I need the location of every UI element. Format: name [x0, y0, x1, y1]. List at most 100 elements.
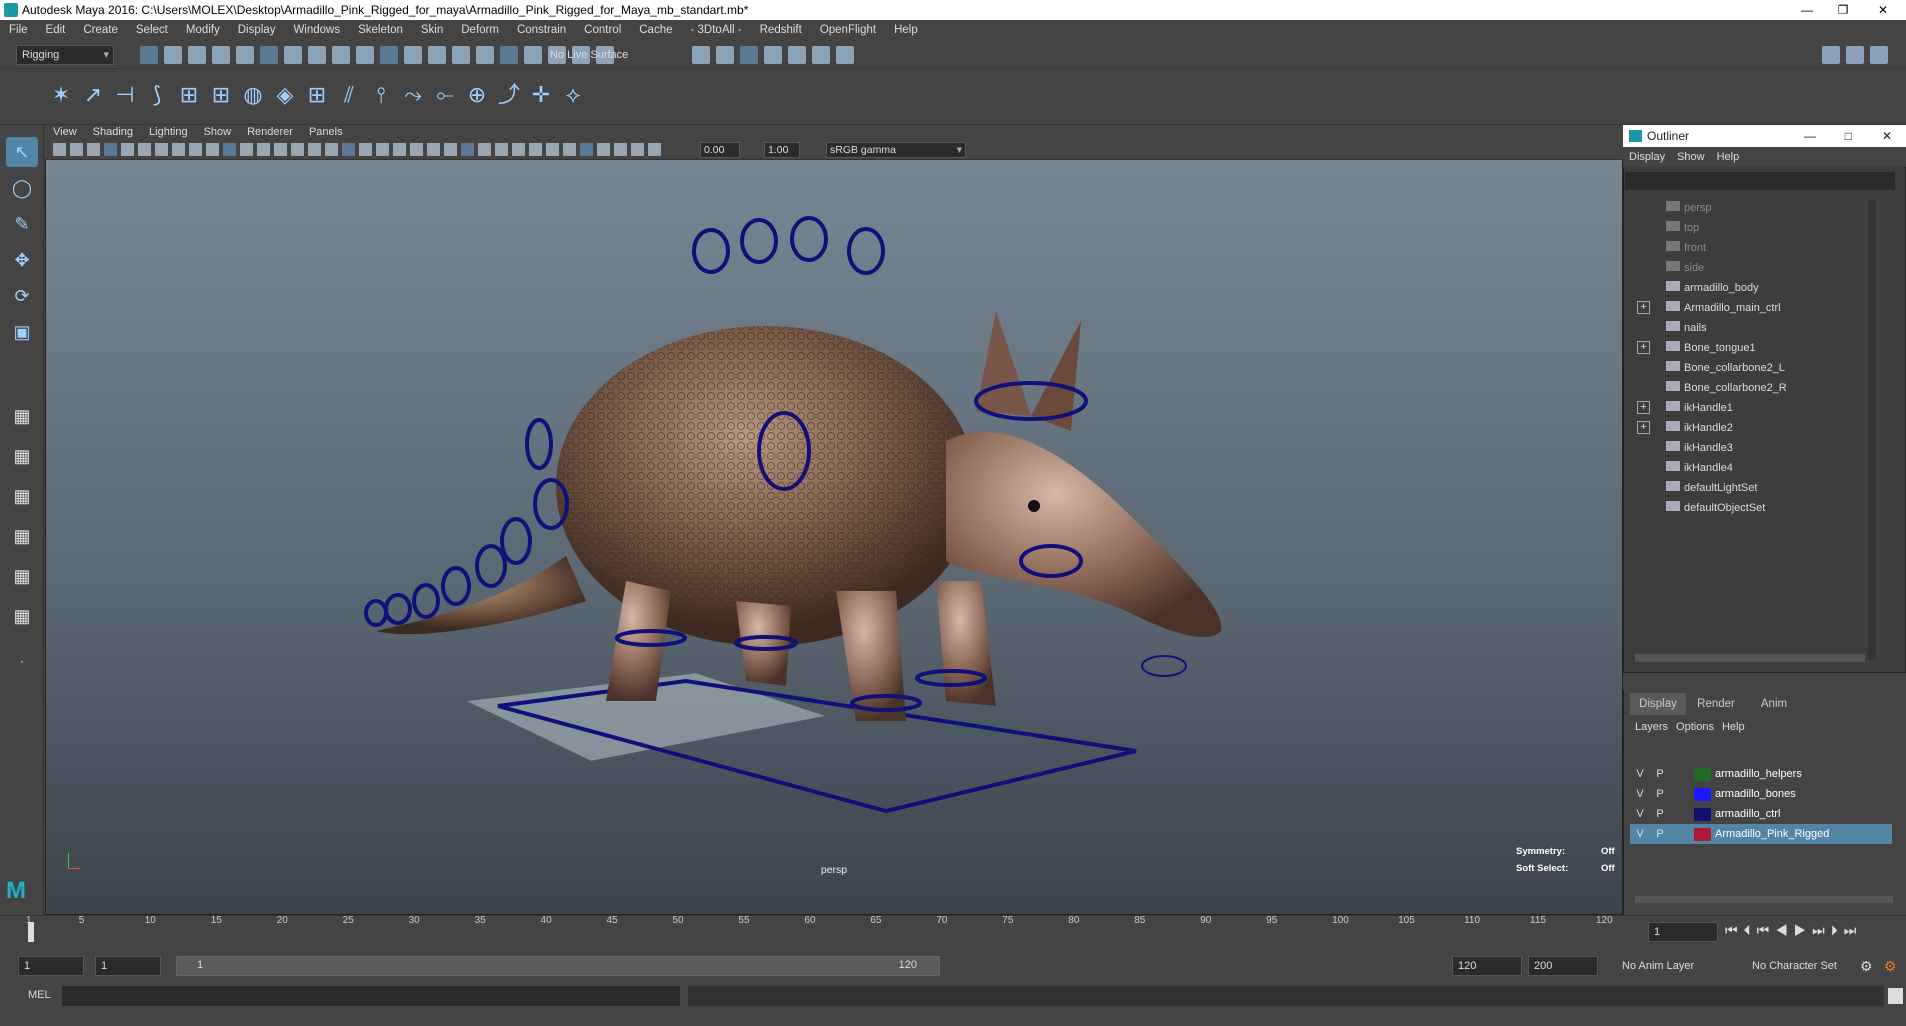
- viewport-menu-3[interactable]: Show: [196, 126, 240, 138]
- viewport-tool-icon[interactable]: [529, 143, 542, 156]
- outliner-item[interactable]: top: [1650, 218, 1699, 238]
- statusline-tool-icon[interactable]: [284, 46, 302, 64]
- statusline-tool-icon[interactable]: [812, 46, 830, 64]
- layer-tab-0[interactable]: Display: [1630, 693, 1686, 715]
- outliner-item[interactable]: nails: [1650, 318, 1707, 338]
- statusline-tool-icon[interactable]: [236, 46, 254, 64]
- viewport-tool-icon[interactable]: [410, 143, 423, 156]
- expand-icon[interactable]: +: [1637, 401, 1650, 414]
- joint-tool-icon[interactable]: ✶: [46, 79, 76, 111]
- outliner-item[interactable]: Bone_collarbone2_L: [1650, 358, 1785, 378]
- menu-10[interactable]: Constrain: [508, 20, 575, 41]
- layer-row[interactable]: V Parmadillo_ctrl: [1630, 804, 1892, 824]
- layer-row[interactable]: V Parmadillo_bones: [1630, 784, 1892, 804]
- outliner-item[interactable]: front: [1650, 238, 1706, 258]
- viewport-tool-icon[interactable]: [512, 143, 525, 156]
- move-tool-icon[interactable]: ✥: [6, 245, 38, 275]
- near-clip-field[interactable]: 0.00: [700, 142, 740, 158]
- select-tool-icon[interactable]: ↖: [6, 137, 38, 167]
- head-mesh[interactable]: [946, 432, 1222, 638]
- menu-2[interactable]: Create: [74, 20, 127, 41]
- insert-joint-icon[interactable]: ⟆: [142, 79, 172, 111]
- statusline-tool-icon[interactable]: [740, 46, 758, 64]
- far-clip-field[interactable]: 1.00: [764, 142, 800, 158]
- outliner-item[interactable]: Bone_tongue1: [1650, 338, 1756, 358]
- statusline-tool-icon[interactable]: [836, 46, 854, 64]
- outliner-item[interactable]: ikHandle1: [1650, 398, 1733, 418]
- outliner-item[interactable]: side: [1650, 258, 1704, 278]
- rigid-bind-icon[interactable]: ◈: [270, 79, 300, 111]
- statusline-tool-icon[interactable]: [140, 46, 158, 64]
- layer-color-swatch[interactable]: [1694, 827, 1711, 841]
- viewport-tool-icon[interactable]: [444, 143, 457, 156]
- statusline-tool-icon[interactable]: [260, 46, 278, 64]
- blend-shape-icon[interactable]: ⟜: [430, 79, 460, 111]
- restore-icon[interactable]: ❐: [1826, 0, 1860, 20]
- layer-color-swatch[interactable]: [1694, 807, 1711, 821]
- statusline-tool-icon[interactable]: [308, 46, 326, 64]
- front-right-leg[interactable]: [936, 581, 996, 706]
- scale-tool-icon[interactable]: ▣: [6, 317, 38, 347]
- attribute-editor-icon[interactable]: [1870, 46, 1888, 64]
- four-view-icon[interactable]: ▦: [6, 441, 38, 471]
- viewport-tool-icon[interactable]: [172, 143, 185, 156]
- paint-select-icon[interactable]: ✎: [6, 209, 38, 239]
- statusline-tool-icon[interactable]: [356, 46, 374, 64]
- outliner-item[interactable]: ikHandle4: [1650, 458, 1733, 478]
- persp-graph-icon[interactable]: ▦: [6, 521, 38, 551]
- layer-menu-0[interactable]: Layers: [1635, 721, 1676, 733]
- menu-8[interactable]: Skin: [412, 20, 452, 41]
- parent-icon[interactable]: ⤴: [494, 79, 524, 111]
- outliner-item[interactable]: Armadillo_main_ctrl: [1650, 298, 1781, 318]
- custom-layout-icon[interactable]: ▦: [6, 601, 38, 631]
- statusline-tool-icon[interactable]: [764, 46, 782, 64]
- statusline-tool-icon[interactable]: [332, 46, 350, 64]
- viewport-tool-icon[interactable]: [342, 143, 355, 156]
- close-icon[interactable]: ✕: [1882, 125, 1892, 147]
- viewport-tool-icon[interactable]: [70, 143, 83, 156]
- playback-end-field[interactable]: 120: [1452, 956, 1522, 976]
- viewport-tool-icon[interactable]: [308, 143, 321, 156]
- statusline-tool-icon[interactable]: [716, 46, 734, 64]
- expand-icon[interactable]: +: [1637, 341, 1650, 354]
- outliner-item[interactable]: defaultLightSet: [1650, 478, 1757, 498]
- viewport-tool-icon[interactable]: [257, 143, 270, 156]
- current-frame-field[interactable]: 1: [1648, 922, 1718, 942]
- playback-toggle[interactable]: P: [1650, 824, 1670, 844]
- playback-controls[interactable]: ⏮⏴⏮◀▶⏭⏵⏭: [1725, 922, 1900, 942]
- viewport-menu-2[interactable]: Lighting: [141, 126, 196, 138]
- statusline-tool-icon[interactable]: [164, 46, 182, 64]
- tail-mesh[interactable]: [376, 556, 586, 635]
- viewport-tool-icon[interactable]: [325, 143, 338, 156]
- wrap-icon[interactable]: ⤳: [398, 79, 428, 111]
- menu-16[interactable]: Help: [885, 20, 927, 41]
- viewport-tool-icon[interactable]: [87, 143, 100, 156]
- current-time-marker[interactable]: [28, 922, 34, 942]
- maximize-icon[interactable]: □: [1845, 125, 1852, 147]
- layer-tab-1[interactable]: Render: [1688, 693, 1744, 715]
- anim-layer-dropdown[interactable]: No Anim Layer: [1622, 956, 1732, 976]
- lattice-icon[interactable]: ⫯: [366, 79, 396, 111]
- layer-hscrollbar[interactable]: [1635, 896, 1893, 903]
- lasso-tool-icon[interactable]: ◯: [6, 173, 38, 203]
- viewport-menu-4[interactable]: Renderer: [239, 126, 301, 138]
- statusline-tool-icon[interactable]: [404, 46, 422, 64]
- statusline-tool-icon[interactable]: [380, 46, 398, 64]
- playback-start-field[interactable]: 1: [95, 956, 161, 976]
- outliner-item[interactable]: ikHandle2: [1650, 418, 1733, 438]
- viewport-tool-icon[interactable]: [427, 143, 440, 156]
- back-right-leg[interactable]: [736, 601, 791, 686]
- menu-0[interactable]: File: [0, 20, 37, 41]
- viewport-tool-icon[interactable]: [206, 143, 219, 156]
- color-space-dropdown[interactable]: sRGB gamma ▾: [826, 142, 966, 158]
- outliner-item[interactable]: defaultObjectSet: [1650, 498, 1765, 518]
- menu-3[interactable]: Select: [127, 20, 177, 41]
- viewport-tool-icon[interactable]: [461, 143, 474, 156]
- viewport-tool-icon[interactable]: [121, 143, 134, 156]
- ik-spline-icon[interactable]: ⊣: [110, 79, 140, 111]
- menu-5[interactable]: Display: [229, 20, 285, 41]
- front-left-leg[interactable]: [836, 591, 906, 721]
- menu-9[interactable]: Deform: [452, 20, 508, 41]
- close-icon[interactable]: ✕: [1866, 0, 1900, 20]
- viewport-tool-icon[interactable]: [393, 143, 406, 156]
